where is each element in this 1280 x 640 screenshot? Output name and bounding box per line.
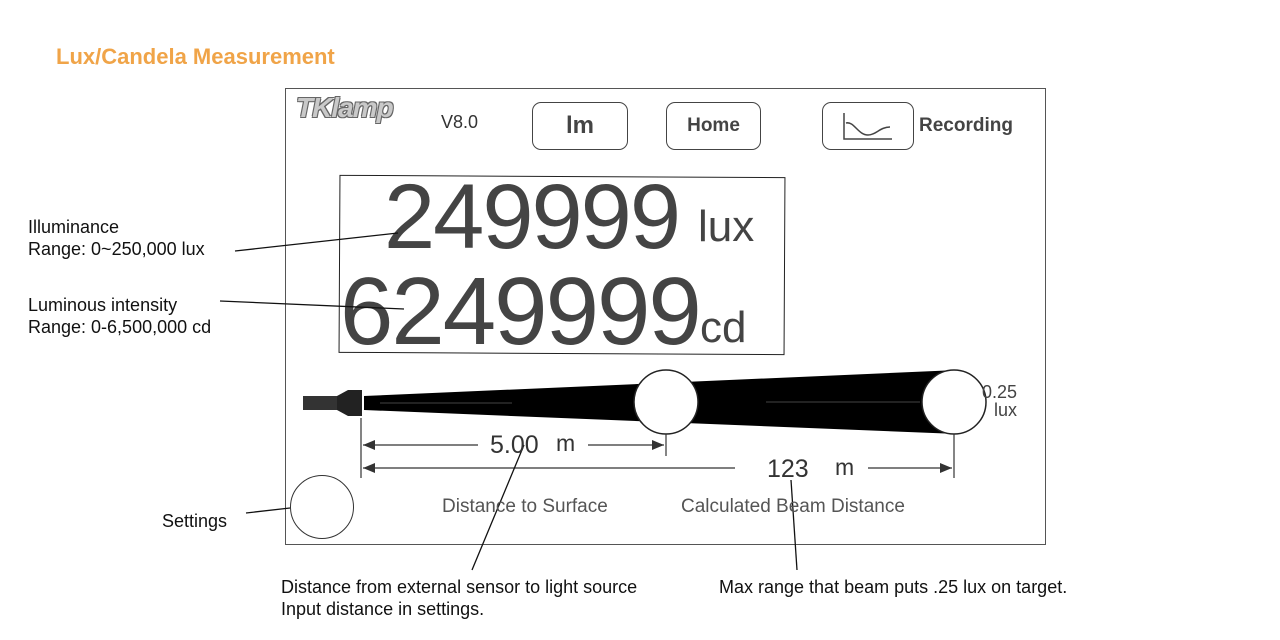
- surface-distance-label: Distance to Surface: [442, 496, 608, 517]
- beam-end-lux: 0.25 lux: [982, 383, 1017, 419]
- sensor-distance-annotation-line1: Distance from external sensor to light s…: [281, 577, 638, 597]
- intensity-annotation-title: Luminous intensity: [28, 295, 178, 315]
- illuminance-annotation-range: Range: 0~250,000 lux: [28, 239, 205, 259]
- intensity-annotation: Luminous intensity Range: 0-6,500,000 cd: [28, 294, 211, 338]
- illuminance-annotation-title: Illuminance: [28, 217, 120, 237]
- settings-button[interactable]: [290, 475, 354, 539]
- intensity-annotation-range: Range: 0-6,500,000 cd: [28, 317, 212, 337]
- beam-distance-unit: m: [835, 454, 855, 480]
- surface-distance-unit: m: [556, 430, 576, 456]
- beam-end-lux-unit: lux: [994, 400, 1018, 420]
- sensor-distance-annotation-line2: Input distance in settings.: [281, 599, 485, 619]
- beam-distance-label: Calculated Beam Distance: [681, 496, 905, 517]
- illuminance-annotation: Illuminance Range: 0~250,000 lux: [28, 216, 205, 260]
- beam-distance-value: 123: [767, 455, 809, 483]
- settings-annotation: Settings: [162, 511, 228, 531]
- max-range-annotation: Max range that beam puts .25 lux on targ…: [719, 577, 1068, 597]
- surface-marker: [633, 369, 699, 435]
- surface-distance-value: 5.00: [490, 431, 539, 459]
- sensor-distance-annotation: Distance from external sensor to light s…: [281, 576, 637, 620]
- flashlight-icon: [303, 390, 362, 416]
- beam-end-marker: [921, 369, 987, 435]
- beam-end-lux-value: 0.25: [982, 382, 1018, 402]
